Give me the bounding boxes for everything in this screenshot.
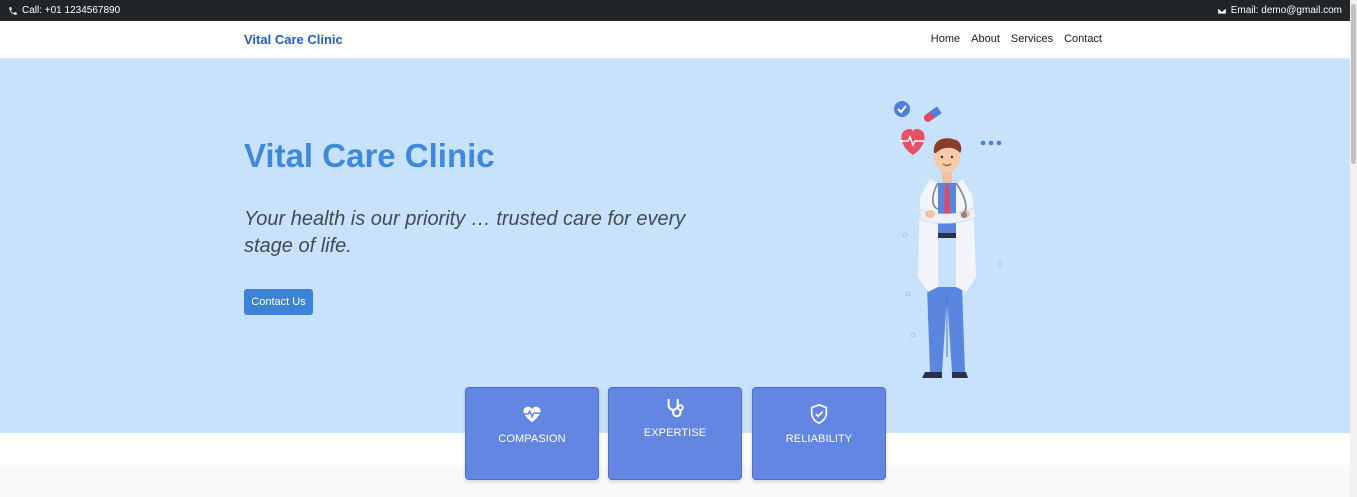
heart-pulse-icon <box>523 406 541 423</box>
phone-info[interactable]: Call: +01 1234567890 <box>8 5 120 16</box>
nav-contact[interactable]: Contact <box>1064 33 1102 45</box>
card-label: COMPASION <box>498 433 566 445</box>
scrollbar-thumb[interactable] <box>1351 4 1356 164</box>
card-compassion[interactable]: COMPASION <box>465 387 599 480</box>
brand-logo-text[interactable]: Vital Care Clinic <box>244 32 343 47</box>
stethoscope-icon <box>667 398 684 418</box>
hero-section: Vital Care Clinic Your health is our pri… <box>0 59 1350 433</box>
hero-subtitle: Your health is our priority … trusted ca… <box>244 208 686 257</box>
shield-check-icon <box>810 403 828 425</box>
card-label: RELIABILITY <box>785 433 853 445</box>
card-label: EXPERTISE <box>643 427 707 439</box>
nav-home[interactable]: Home <box>931 33 960 45</box>
page-scrollbar[interactable] <box>1350 0 1357 497</box>
nav-about[interactable]: About <box>971 33 1000 45</box>
card-reliability[interactable]: RELIABILITY <box>752 387 886 480</box>
nav-services[interactable]: Services <box>1011 33 1053 45</box>
hero-title: Vital Care Clinic <box>244 137 495 174</box>
doctor-illustration <box>894 101 1003 378</box>
envelope-icon <box>1217 7 1227 14</box>
phone-text: Call: +01 1234567890 <box>22 5 121 16</box>
phone-icon <box>9 6 17 15</box>
email-info[interactable]: Email: demo@gmail.com <box>1217 5 1342 16</box>
nav-links: Home About Services Contact <box>931 33 1102 45</box>
navbar: Vital Care Clinic Home About Services Co… <box>0 21 1350 59</box>
email-text: Email: demo@gmail.com <box>1230 5 1342 16</box>
top-info-bar: Call: +01 1234567890 Email: demo@gmail.c… <box>0 0 1350 21</box>
card-expertise[interactable]: EXPERTISE <box>608 387 742 480</box>
contact-us-button[interactable]: Contact Us <box>244 289 313 315</box>
